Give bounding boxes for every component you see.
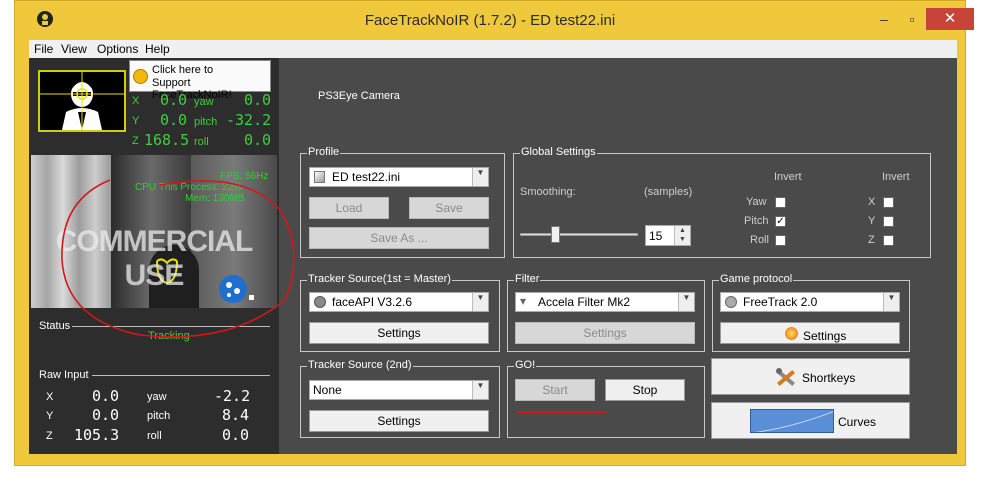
smoothing-slider-handle[interactable]	[551, 226, 560, 243]
shortkeys-label: Shortkeys	[802, 371, 856, 385]
samples-label: (samples)	[644, 186, 693, 198]
game-protocol-label: Game protocol	[719, 273, 794, 285]
tracker-plugin-icon	[314, 296, 326, 308]
invert-x-label: X	[868, 196, 876, 208]
game-protocol-settings-button[interactable]: Settings	[720, 322, 900, 344]
tracker-source-1-label: Tracker Source(1st = Master)	[307, 273, 452, 285]
checkmark-icon: ✓	[776, 216, 785, 227]
tracker-source-2-selected: None	[313, 383, 342, 397]
filter-select[interactable]: ▾ Accela Filter Mk2 ▼	[515, 292, 695, 312]
settings-gear-icon	[785, 327, 798, 340]
profile-file-icon	[314, 171, 325, 183]
save-button[interactable]: Save	[409, 197, 489, 219]
filter-settings-button[interactable]: Settings	[515, 322, 695, 344]
tracker-source-1-selected: faceAPI V3.2.6	[332, 295, 413, 309]
invert-roll-label: Roll	[750, 234, 769, 246]
go-group	[507, 366, 705, 438]
curves-button[interactable]: Curves	[711, 402, 910, 439]
invert-x-checkbox[interactable]	[883, 197, 894, 208]
chevron-down-icon[interactable]: ▼	[678, 293, 694, 311]
invert-label-rotation: Invert	[774, 171, 802, 183]
smoothing-spinbox[interactable]: 15 ▲ ▼	[645, 225, 691, 246]
curve-preview-icon	[750, 409, 834, 433]
invert-y-checkbox[interactable]	[883, 216, 894, 227]
save-as-button[interactable]: Save As ...	[309, 227, 489, 249]
curves-label: Curves	[838, 415, 877, 429]
go-label: GO!	[514, 359, 537, 371]
global-settings-label: Global Settings	[520, 146, 597, 158]
chevron-down-icon[interactable]: ▼	[472, 381, 488, 399]
invert-z-checkbox[interactable]	[883, 235, 894, 246]
shortkeys-button[interactable]: Shortkeys	[711, 358, 910, 395]
camera-name: PS3Eye Camera	[318, 90, 400, 102]
filter-label: Filter	[514, 273, 541, 285]
game-protocol-settings-label: Settings	[803, 329, 847, 343]
chevron-down-icon[interactable]: ▼	[472, 293, 488, 311]
tools-icon	[776, 368, 795, 386]
chevron-down-icon[interactable]: ▼	[883, 293, 899, 311]
tracker-source-1-settings-button[interactable]: Settings	[309, 322, 489, 344]
tracker-source-2-label: Tracker Source (2nd)	[307, 359, 413, 371]
filter-selected: Accela Filter Mk2	[538, 295, 631, 309]
profile-select[interactable]: ED test22.ini ▼	[309, 167, 489, 187]
start-button[interactable]: Start	[515, 379, 595, 401]
filter-funnel-icon: ▾	[520, 294, 527, 308]
invert-pitch-checkbox[interactable]: ✓	[775, 216, 786, 227]
game-protocol-selected: FreeTrack 2.0	[743, 295, 818, 309]
invert-y-label: Y	[868, 215, 876, 227]
profile-label: Profile	[307, 146, 341, 158]
invert-label-translation: Invert	[882, 171, 910, 183]
invert-yaw-label: Yaw	[746, 196, 767, 208]
tracker-source-2-select[interactable]: None ▼	[309, 380, 489, 400]
invert-yaw-checkbox[interactable]	[775, 197, 786, 208]
smoothing-value: 15	[649, 229, 663, 243]
profile-selected: ED test22.ini	[332, 170, 401, 184]
chevron-down-icon[interactable]: ▼	[472, 168, 488, 186]
spin-arrows-icon[interactable]: ▲ ▼	[674, 226, 690, 245]
invert-roll-checkbox[interactable]	[775, 235, 786, 246]
freetrack-icon	[725, 296, 737, 308]
invert-z-label: Z	[868, 234, 875, 246]
smoothing-label: Smoothing:	[520, 186, 576, 198]
smoothing-slider-track[interactable]	[520, 233, 638, 236]
stop-button[interactable]: Stop	[605, 379, 685, 401]
game-protocol-select[interactable]: FreeTrack 2.0 ▼	[720, 292, 900, 312]
load-button[interactable]: Load	[309, 197, 389, 219]
invert-pitch-label: Pitch	[744, 215, 769, 227]
tracker-source-1-select[interactable]: faceAPI V3.2.6 ▼	[309, 292, 489, 312]
tracker-source-2-settings-button[interactable]: Settings	[309, 410, 489, 432]
